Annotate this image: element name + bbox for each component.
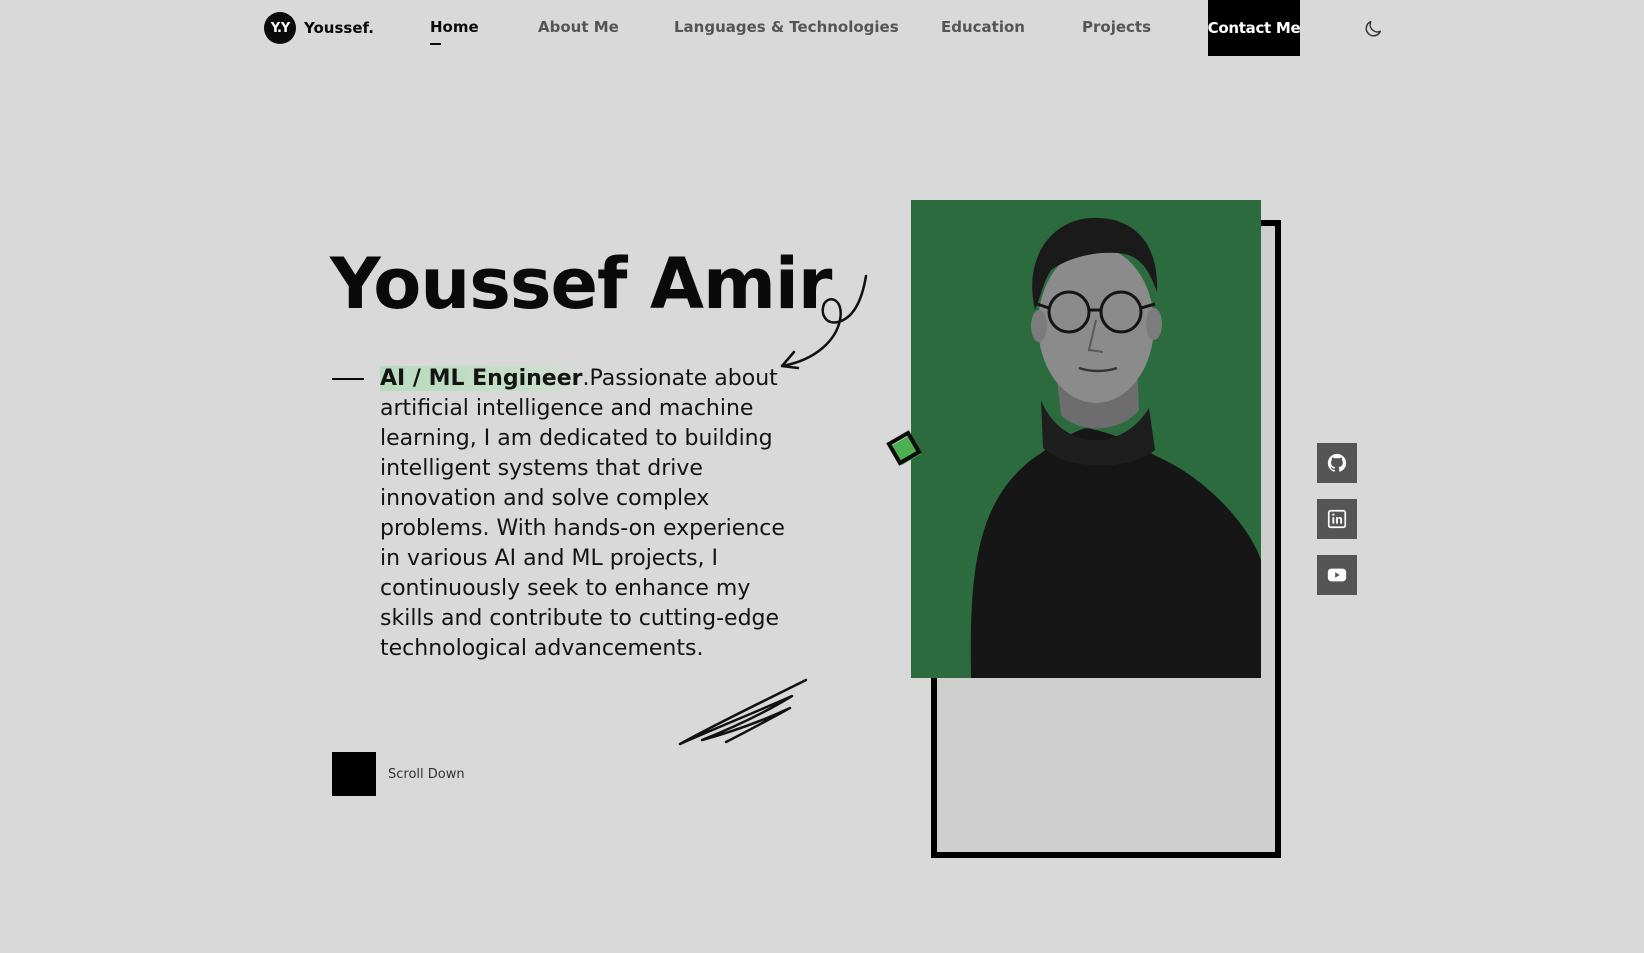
logo-mark: Y.Y <box>264 12 296 44</box>
logo-text: Youssef. <box>304 19 374 37</box>
nav-home[interactable]: Home <box>430 18 479 45</box>
intro-paragraph: AI / ML Engineer.Passionate about artifi… <box>380 364 800 664</box>
nav-languages-technologies[interactable]: Languages & Technologies <box>674 18 899 36</box>
profile-photo <box>911 200 1261 678</box>
linkedin-icon <box>1327 509 1347 529</box>
role-highlight: AI / ML Engineer <box>380 366 583 391</box>
scroll-down-box[interactable] <box>332 752 376 796</box>
moon-icon[interactable] <box>1362 18 1384 40</box>
github-icon <box>1327 453 1347 472</box>
linkedin-link[interactable] <box>1317 499 1357 539</box>
nav-about-me[interactable]: About Me <box>538 18 619 36</box>
intro-dash <box>332 378 364 380</box>
youtube-link[interactable] <box>1317 555 1357 595</box>
scroll-down-label[interactable]: Scroll Down <box>388 767 465 782</box>
diamond-decoration <box>886 430 922 466</box>
portfolio-page: Y.Y Youssef. Home About Me Languages & T… <box>0 0 1644 953</box>
intro-description: .Passionate about artificial intelligenc… <box>380 366 785 661</box>
site-logo[interactable]: Y.Y Youssef. <box>264 12 374 44</box>
contact-me-button[interactable]: Contact Me <box>1208 0 1301 56</box>
curly-arrow-doodle <box>780 274 868 370</box>
hero-name: Youssef Amir <box>330 243 832 325</box>
top-navbar: Y.Y Youssef. Home About Me Languages & T… <box>0 0 1644 56</box>
youtube-icon <box>1327 568 1347 582</box>
nav-projects[interactable]: Projects <box>1082 18 1151 36</box>
scribble-doodle <box>678 678 808 746</box>
nav-education[interactable]: Education <box>941 18 1025 36</box>
github-link[interactable] <box>1317 443 1357 483</box>
